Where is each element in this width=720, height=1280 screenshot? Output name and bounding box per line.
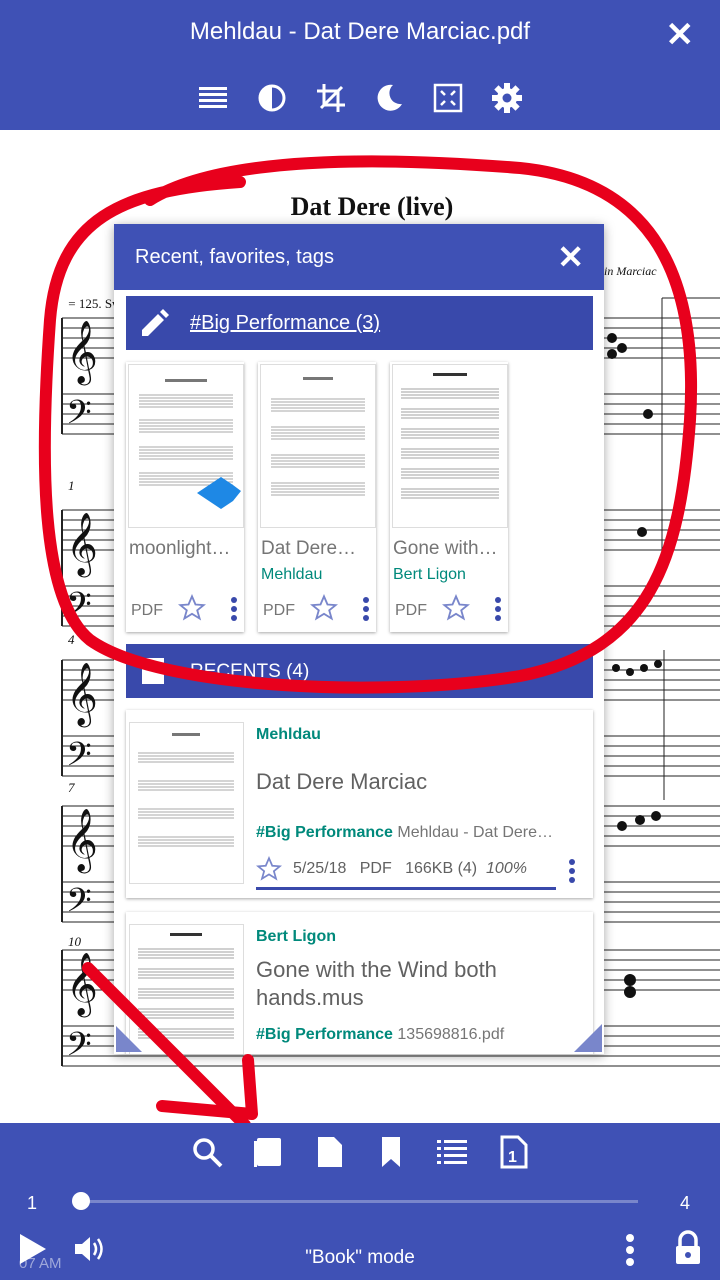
score-thumbnail (129, 924, 244, 1054)
measure-number: 1 (68, 478, 75, 493)
recent-type: PDF (359, 860, 392, 877)
page-start-label: 1 (27, 1193, 38, 1213)
recent-title: Gone with the Wind both hands.mus (256, 957, 497, 1010)
dialog-header: Recent, favorites, tags ✕ (114, 224, 604, 290)
page-number-icon[interactable]: 1 (496, 1135, 530, 1169)
recent-title: Dat Dere Marciac (256, 769, 428, 794)
svg-text:𝄞: 𝄞 (66, 512, 98, 578)
svg-text:𝄢: 𝄢 (66, 882, 92, 928)
close-document-button[interactable]: ✕ (666, 18, 695, 52)
tag-header[interactable]: #Big Performance (3) (126, 296, 593, 350)
top-app-bar: Mehldau - Dat Dere Marciac.pdf ✕ (0, 0, 720, 130)
corner-resize-icon[interactable] (116, 1026, 142, 1052)
star-icon[interactable] (256, 856, 282, 882)
view-toolbar (195, 80, 525, 116)
close-dialog-button[interactable]: ✕ (557, 238, 584, 276)
svg-text:𝄢: 𝄢 (66, 1026, 92, 1072)
score-author: Mehldau (261, 566, 323, 583)
document-title: Mehldau - Dat Dere Marciac.pdf (189, 18, 531, 45)
recent-tag-line: #Big Performance Mehldau - Dat Dere… (256, 824, 553, 842)
list-icon[interactable] (195, 80, 231, 116)
dialog-title: Recent, favorites, tags (135, 246, 334, 268)
book-icon[interactable] (251, 1135, 285, 1169)
recent-progress: 100% (486, 860, 527, 877)
measure-number: 4 (68, 632, 75, 647)
svg-text:𝄢: 𝄢 (66, 394, 92, 440)
page-icon[interactable] (312, 1135, 346, 1169)
more-options-icon[interactable] (625, 1233, 635, 1267)
page-slider-track[interactable] (80, 1200, 638, 1203)
moon-icon[interactable] (371, 80, 407, 116)
tag-link[interactable]: #Big Performance (3) (190, 312, 380, 335)
recent-item[interactable]: Bert Ligon Gone with the Wind both hands… (126, 912, 593, 1054)
score-thumbnail (129, 722, 244, 884)
more-options-icon[interactable] (230, 596, 238, 622)
corner-resize-icon[interactable] (574, 1024, 602, 1052)
recent-filename: Mehldau - Dat Dere… (397, 824, 554, 841)
more-options-icon[interactable] (568, 858, 576, 884)
score-author: Bert Ligon (393, 566, 466, 583)
pencil-icon (142, 309, 169, 336)
file-type-label: PDF (131, 602, 163, 619)
svg-text:1: 1 (508, 1149, 517, 1166)
score-thumbnail (392, 364, 508, 528)
fit-screen-icon[interactable] (430, 80, 466, 116)
recent-author: Mehldau (256, 726, 321, 743)
file-type-label: PDF (263, 602, 295, 619)
svg-text:𝄢: 𝄢 (66, 736, 92, 782)
measure-number: 7 (68, 780, 75, 795)
book-icon (142, 658, 164, 684)
svg-text:𝄞: 𝄞 (66, 320, 98, 386)
crop-icon[interactable] (313, 80, 349, 116)
more-options-icon[interactable] (494, 596, 502, 622)
recent-favorites-dialog: Recent, favorites, tags ✕ #Big Performan… (114, 224, 604, 1054)
svg-text:𝄞: 𝄞 (66, 662, 98, 728)
recent-meta: 5/25/18 PDF 166KB (4) 100% (293, 860, 527, 878)
bookmark-icon[interactable] (374, 1135, 408, 1169)
score-card[interactable]: Gone with… Bert Ligon PDF (390, 362, 508, 632)
recent-size: 166KB (4) (405, 860, 478, 877)
score-title: Dat Dere… (261, 538, 357, 559)
lock-icon[interactable] (673, 1230, 703, 1266)
page-end-label: 4 (680, 1193, 691, 1213)
file-type-label: PDF (395, 602, 427, 619)
recent-tag-line: #Big Performance 135698816.pdf (256, 1026, 504, 1044)
measure-number: 10 (68, 934, 82, 949)
recents-label: RECENTS (4) (190, 661, 310, 682)
star-icon[interactable] (442, 594, 470, 622)
bottom-toolbar: 1 (190, 1135, 530, 1169)
recent-tag[interactable]: #Big Performance (256, 824, 393, 841)
star-icon[interactable] (178, 594, 206, 622)
svg-text:𝄞: 𝄞 (66, 808, 98, 874)
score-thumbnail (260, 364, 376, 528)
recent-item[interactable]: Mehldau Dat Dere Marciac #Big Performanc… (126, 710, 593, 898)
score-thumbnail (128, 364, 244, 528)
recent-author: Bert Ligon (256, 928, 336, 945)
recent-date: 5/25/18 (293, 860, 347, 877)
gear-icon[interactable] (489, 80, 525, 116)
list-icon[interactable] (435, 1135, 469, 1169)
bottom-navigation: 1 1 4 07 AM "Book" mode (0, 1123, 720, 1280)
score-card[interactable]: moonlight… PDF (126, 362, 244, 632)
svg-text:𝄢: 𝄢 (66, 586, 92, 632)
svg-text:𝄞: 𝄞 (66, 952, 98, 1018)
contrast-icon[interactable] (254, 80, 290, 116)
search-icon[interactable] (190, 1135, 224, 1169)
recent-filename: 135698816.pdf (397, 1026, 505, 1043)
star-icon[interactable] (310, 594, 338, 622)
score-card[interactable]: Dat Dere… Mehldau PDF (258, 362, 376, 632)
score-title: Gone with… (393, 538, 498, 559)
recent-tag[interactable]: #Big Performance (256, 1026, 393, 1043)
page-slider-knob[interactable] (72, 1192, 90, 1210)
more-options-icon[interactable] (362, 596, 370, 622)
score-title: moonlight… (129, 538, 231, 559)
recents-header[interactable]: RECENTS (4) (126, 644, 593, 698)
reading-progress-bar (256, 887, 556, 890)
mode-label[interactable]: "Book" mode (0, 1247, 720, 1269)
